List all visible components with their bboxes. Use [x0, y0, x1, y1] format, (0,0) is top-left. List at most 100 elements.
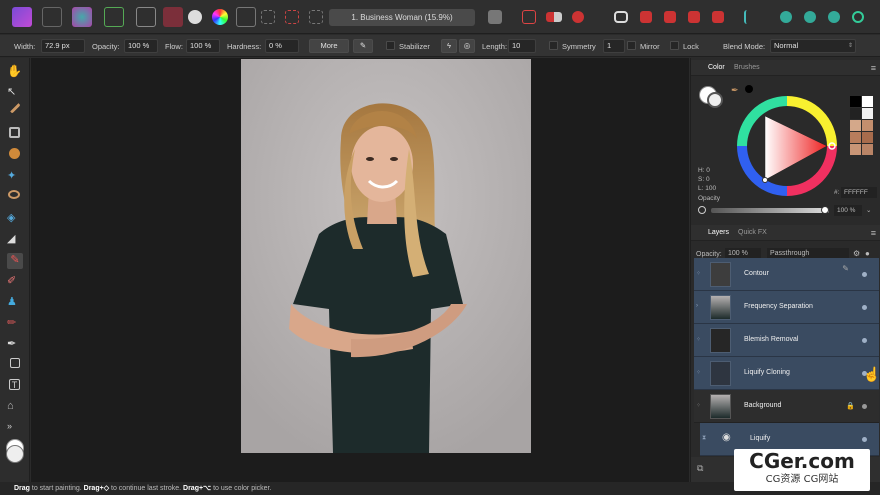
opacity-panel-field[interactable]: 100 %: [834, 205, 862, 216]
opacity-slider-handle[interactable]: [821, 206, 829, 214]
layers-menu-icon[interactable]: ⧉: [697, 463, 703, 474]
auto-contrast-icon[interactable]: [188, 10, 202, 24]
hand-tool-icon[interactable]: ✋: [7, 64, 23, 80]
palette-swatch[interactable]: [850, 120, 861, 131]
snapping-icon[interactable]: [780, 11, 792, 23]
assistant-icon[interactable]: [614, 11, 628, 23]
visibility-dot[interactable]: [862, 404, 867, 409]
palette-swatch[interactable]: [862, 96, 873, 107]
width-field[interactable]: 72.9 px: [41, 39, 85, 53]
arrange-back-icon[interactable]: [640, 11, 652, 23]
mesh-warp-tool-icon[interactable]: ⌂: [7, 400, 23, 416]
layer-row-background[interactable]: ⁘ Background 🔒: [694, 390, 879, 423]
palette-swatch[interactable]: [862, 132, 873, 143]
persona-liquify-icon[interactable]: [72, 7, 92, 27]
opacity-slider[interactable]: [711, 208, 829, 213]
color-picker-tool-icon[interactable]: [9, 102, 21, 114]
opacity-field[interactable]: 100 %: [124, 39, 158, 53]
layer-row-liquify-cloning[interactable]: ⁘ Liquify Cloning: [694, 357, 879, 390]
layer-row-blemish-removal[interactable]: ⁘ Blemish Removal: [694, 324, 879, 357]
palette-swatch[interactable]: [862, 120, 873, 131]
chevron-down-icon[interactable]: ⌄: [866, 206, 871, 214]
hex-field[interactable]: FFFFFF: [841, 187, 877, 198]
blend-mode-select[interactable]: Normal ⇕: [770, 39, 856, 53]
visibility-dot[interactable]: [862, 272, 867, 277]
select-all-icon[interactable]: [285, 10, 299, 24]
marquee-select-icon[interactable]: [261, 10, 275, 24]
quick-mask-icon[interactable]: [488, 10, 502, 24]
paint-brush-tool-icon[interactable]: ✎: [7, 253, 23, 269]
arrange-forward-icon[interactable]: [688, 11, 700, 23]
magic-wand-tool-icon[interactable]: ✦: [7, 169, 23, 185]
secondary-color-well[interactable]: [6, 445, 24, 463]
persona-export-icon[interactable]: [136, 7, 156, 27]
levels-icon[interactable]: [163, 7, 183, 27]
gradient-tool-icon[interactable]: ◢: [7, 232, 23, 248]
flood-fill-tool-icon[interactable]: ◈: [7, 211, 23, 227]
document-canvas[interactable]: [31, 58, 689, 482]
persona-develop-icon[interactable]: [104, 7, 124, 27]
visibility-icon[interactable]: ●: [865, 249, 870, 258]
gear-icon[interactable]: ⚙: [853, 249, 860, 258]
persona-photo-icon[interactable]: [42, 7, 62, 27]
share-icon[interactable]: [828, 11, 840, 23]
align-icon[interactable]: [744, 10, 756, 24]
white-balance-icon[interactable]: [236, 7, 256, 27]
symmetry-count-field[interactable]: 1: [603, 39, 625, 53]
arrange-front-icon[interactable]: [712, 11, 724, 23]
no-color-icon[interactable]: [698, 206, 706, 214]
palette-swatch[interactable]: [850, 96, 861, 107]
crop-tool-icon[interactable]: [9, 127, 20, 138]
layer-row-frequency-separation[interactable]: › Frequency Separation: [694, 291, 879, 324]
symmetry-checkbox[interactable]: [549, 41, 558, 50]
palette-swatch[interactable]: [862, 144, 873, 155]
visibility-dot[interactable]: [862, 437, 867, 442]
view-mode-icon[interactable]: [804, 11, 816, 23]
window-mode-icon[interactable]: ◎: [459, 39, 475, 53]
lock-checkbox[interactable]: [670, 41, 679, 50]
palette-swatch[interactable]: [850, 108, 861, 119]
document-title[interactable]: 1. Business Woman (15.9%): [329, 9, 475, 26]
text-tool-icon[interactable]: T: [9, 379, 20, 390]
more-button[interactable]: More: [309, 39, 349, 53]
black-swatch-icon[interactable]: [745, 85, 753, 93]
pen-tool-icon[interactable]: ✒: [7, 337, 23, 353]
tab-brushes[interactable]: Brushes: [734, 64, 760, 71]
move-tool-icon[interactable]: ↖: [7, 85, 23, 101]
palette-swatch[interactable]: [850, 132, 861, 143]
auto-colors-icon[interactable]: [212, 9, 228, 25]
saturation-triangle[interactable]: [765, 116, 827, 180]
arrange-backward-icon[interactable]: [664, 11, 676, 23]
selection-brush-tool-icon[interactable]: [9, 148, 20, 159]
lock-icon[interactable]: 🔒: [846, 402, 855, 410]
lasso-tool-icon[interactable]: [8, 190, 20, 199]
palette-swatch[interactable]: [862, 108, 873, 119]
palette-swatch[interactable]: [850, 144, 861, 155]
expand-tools-icon[interactable]: »: [7, 421, 23, 437]
brush-settings-icon[interactable]: ✎: [353, 39, 373, 53]
hsl-color-wheel[interactable]: [735, 94, 839, 198]
erase-brush-tool-icon[interactable]: ✐: [7, 274, 23, 290]
tab-layers[interactable]: Layers: [708, 229, 729, 236]
healing-brush-tool-icon[interactable]: ✏: [7, 316, 23, 332]
panel-menu-icon[interactable]: ≡: [871, 63, 876, 73]
hardness-field[interactable]: 0 %: [265, 39, 299, 53]
mask-toggle-icon[interactable]: [572, 11, 584, 23]
color-handle[interactable]: [762, 177, 768, 183]
flow-field[interactable]: 100 %: [186, 39, 220, 53]
rope-mode-icon[interactable]: ϟ: [441, 39, 457, 53]
tab-color[interactable]: Color: [708, 64, 725, 71]
layer-row-contour[interactable]: ⁘ Contour ✎: [694, 258, 879, 291]
mirror-checkbox[interactable]: [627, 41, 636, 50]
length-field[interactable]: 10: [508, 39, 536, 53]
visibility-dot[interactable]: [862, 338, 867, 343]
expand-arrow-icon[interactable]: ›: [696, 303, 698, 309]
app-logo-icon[interactable]: [12, 7, 32, 27]
clone-stamp-tool-icon[interactable]: ♟: [7, 295, 23, 311]
visibility-dot[interactable]: [862, 305, 867, 310]
rectangle-tool-icon[interactable]: [10, 358, 20, 368]
deselect-icon[interactable]: [309, 10, 323, 24]
user-icon[interactable]: [852, 11, 864, 23]
refine-icon[interactable]: [546, 12, 562, 22]
tab-quick-fx[interactable]: Quick FX: [738, 229, 767, 236]
